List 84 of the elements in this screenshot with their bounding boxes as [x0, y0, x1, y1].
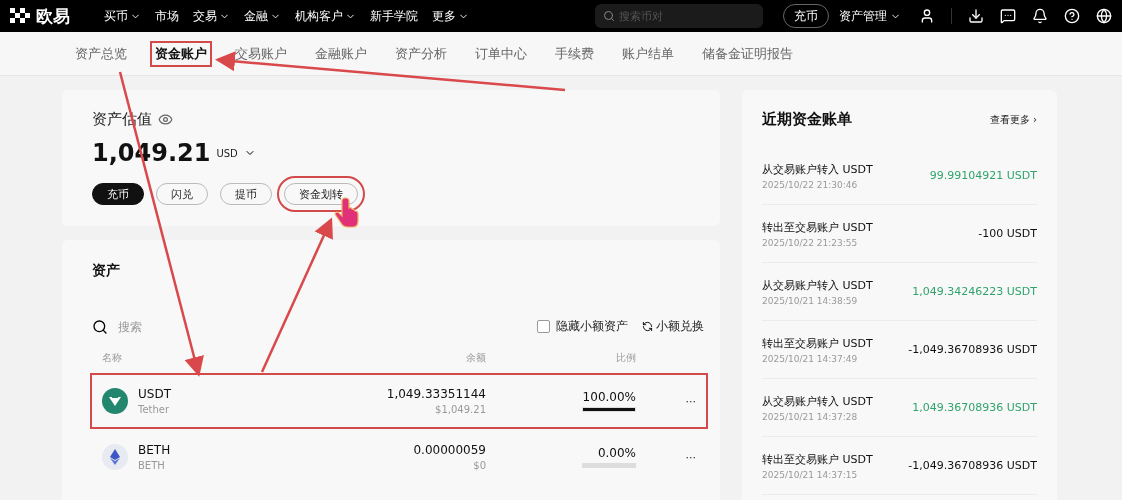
bill-time: 2025/10/21 14:37:49 [762, 353, 858, 364]
bill-title: 从交易账户转入 USDT [762, 161, 873, 177]
bill-time: 2025/10/21 14:38:59 [762, 295, 858, 306]
chat-icon[interactable] [1000, 8, 1016, 24]
bill-title: 从交易账户转入 USDT [762, 393, 873, 409]
balance-value: $1,049.21 [435, 404, 486, 415]
nav-menu-item[interactable]: 买币 [104, 7, 141, 25]
bill-item[interactable]: 从交易账户转入 USDT 2025/10/21 14:37:28 1,049.36708936 USDT [762, 379, 1037, 437]
more-button[interactable]: ··· [636, 394, 696, 408]
bill-title: 转出至交易账户 USDT [762, 451, 873, 467]
bill-item[interactable]: 从交易账户转入 USDT 2025/10/22 21:30:46 99.99104921 USDT [762, 147, 1037, 205]
account-tab[interactable]: 手续费 [552, 42, 597, 65]
coin-symbol: BETH [138, 443, 171, 457]
account-tab[interactable]: 储备金证明报告 [699, 42, 796, 65]
eye-icon[interactable] [158, 112, 173, 127]
bill-amount: -1,049.36708936 USDT [908, 459, 1037, 472]
action-button[interactable]: 充币 [92, 183, 144, 205]
convert-icon [642, 321, 653, 332]
bill-time: 2025/10/22 21:23:55 [762, 237, 858, 248]
user-icon[interactable] [919, 8, 935, 24]
bill-item[interactable]: 转出至交易账户 USDT 2025/10/21 14:37:15 -1,049.36708936 USDT [762, 437, 1037, 495]
bill-amount: -100 USDT [978, 227, 1037, 240]
help-icon[interactable] [1064, 8, 1080, 24]
bill-item[interactable]: 从交易账户转入 USDT 2025/10/21 14:38:59 1,049.34246223 USDT [762, 263, 1037, 321]
bill-item[interactable]: 转出至交易账户 USDT 2025/10/22 21:23:55 -100 USDT [762, 205, 1037, 263]
account-tab[interactable]: 金融账户 [312, 42, 370, 65]
account-tab[interactable]: 资金账户 [152, 42, 210, 65]
asset-row[interactable]: USDT Tether 1,049.33351144 $1,049.21 100.00% ··· [92, 375, 706, 427]
search-icon [603, 10, 615, 22]
bill-title: 从交易账户转入 USDT [762, 277, 873, 293]
action-button[interactable]: 闪兑 [156, 183, 208, 205]
currency-selector[interactable]: USD [216, 147, 238, 159]
column-header: 名称 [102, 351, 123, 365]
assets-title: 资产 [92, 262, 120, 278]
column-header: 比例 [615, 351, 636, 365]
asset-management-menu[interactable]: 资产管理 [839, 7, 901, 25]
bill-item[interactable]: 转出至交易账户 USDT 2025/10/21 14:37:49 -1,049.36708936 USDT [762, 321, 1037, 379]
download-icon[interactable] [968, 8, 984, 24]
nav-menu-item[interactable]: 交易 [193, 7, 230, 25]
account-tab[interactable]: 账户结单 [619, 42, 677, 65]
balance-amount: 1,049.33351144 [386, 387, 486, 401]
action-button[interactable]: 提币 [220, 183, 272, 205]
ratio-value: 0.00% [597, 446, 636, 460]
asset-search-field[interactable]: 搜索 [116, 318, 236, 335]
balance-amount: 0.00000059 [413, 443, 486, 457]
ratio-value: 100.00% [582, 390, 636, 404]
ethereum-coin-icon [102, 444, 128, 470]
small-convert-link[interactable]: 小额兑换 [656, 318, 704, 335]
bill-amount: 99.99104921 USDT [929, 169, 1037, 182]
bill-time: 2025/10/22 21:30:46 [762, 179, 858, 190]
bill-time: 2025/10/21 14:37:28 [762, 411, 858, 422]
tether-coin-icon [102, 388, 128, 414]
account-tab[interactable]: 资产总览 [72, 42, 130, 65]
coin-name: BETH [138, 460, 165, 471]
globe-icon[interactable] [1096, 8, 1112, 24]
view-more-link[interactable]: 查看更多 › [989, 112, 1037, 127]
logo-icon [10, 8, 30, 24]
bell-icon[interactable] [1032, 8, 1048, 24]
nav-menu-item[interactable]: 机构客户 [295, 7, 356, 25]
bill-time: 2025/10/21 14:37:15 [762, 469, 858, 480]
bill-amount: 1,049.34246223 USDT [912, 285, 1037, 298]
column-header: 余额 [465, 351, 486, 365]
more-button[interactable]: ··· [636, 450, 696, 464]
deposit-button[interactable]: 充币 [783, 4, 829, 28]
hide-small-label: 隐藏小额资产 [556, 318, 628, 335]
bill-amount: 1,049.36708936 USDT [912, 401, 1037, 414]
account-tab[interactable]: 交易账户 [232, 42, 290, 65]
bill-title: 转出至交易账户 USDT [762, 335, 873, 351]
asset-row[interactable]: BETH BETH 0.00000059 $0 0.00% ··· [92, 431, 706, 483]
checkbox[interactable] [537, 320, 550, 333]
coin-symbol: USDT [138, 387, 171, 401]
search-icon [92, 318, 108, 335]
account-tab[interactable]: 订单中心 [472, 42, 530, 65]
balance-value: $0 [473, 460, 486, 471]
nav-menu-item[interactable]: 金融 [244, 7, 281, 25]
coin-name: Tether [138, 404, 170, 415]
nav-menu-item[interactable]: 市场 [155, 7, 179, 25]
bill-title: 转出至交易账户 USDT [762, 219, 873, 235]
account-tab[interactable]: 资产分析 [392, 42, 450, 65]
logo-text: 欧易 [36, 4, 70, 28]
recent-bills-title: 近期资金账单 [762, 110, 852, 129]
nav-menu-item[interactable]: 新手学院 [370, 7, 418, 25]
bill-amount: -1,049.36708936 USDT [908, 343, 1037, 356]
nav-menu-item[interactable]: 更多 [432, 7, 469, 25]
